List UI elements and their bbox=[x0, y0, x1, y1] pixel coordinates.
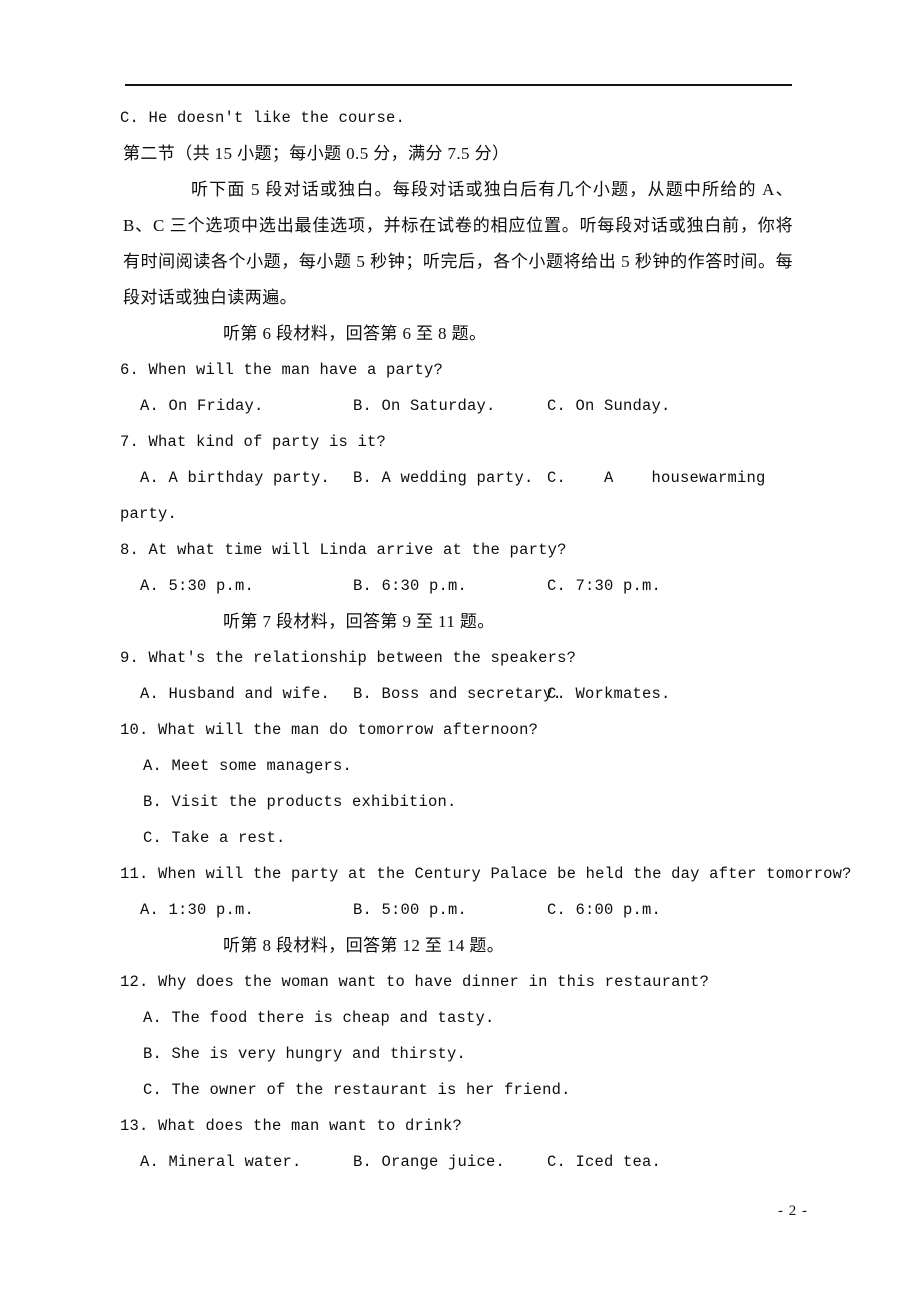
option-row-9: A. Husband and wife. B. Boss and secreta… bbox=[140, 676, 920, 712]
option-12-a[interactable]: A. The food there is cheap and tasty. bbox=[143, 1000, 920, 1036]
option-7-c-continuation[interactable]: party. bbox=[120, 496, 920, 532]
option-row-6: A. On Friday. B. On Saturday. C. On Sund… bbox=[140, 388, 920, 424]
option-row-7: A. A birthday party. B. A wedding party.… bbox=[140, 460, 920, 496]
option-8-c[interactable]: C. 7:30 p.m. bbox=[547, 568, 661, 604]
question-stem-6: 6. When will the man have a party? bbox=[120, 361, 444, 379]
direction-material-8: 听第 8 段材料，回答第 12 至 14 题。 bbox=[223, 936, 505, 955]
option-11-c[interactable]: C. 6:00 p.m. bbox=[547, 892, 661, 928]
question-stem-12: 12. Why does the woman want to have dinn… bbox=[120, 973, 710, 991]
option-12-b[interactable]: B. She is very hungry and thirsty. bbox=[143, 1036, 920, 1072]
option-6-a[interactable]: A. On Friday. bbox=[140, 388, 353, 424]
option-9-b[interactable]: B. Boss and secretary. bbox=[353, 676, 562, 712]
direction-material-6: 听第 6 段材料，回答第 6 至 8 题。 bbox=[223, 324, 487, 343]
direction-material-7: 听第 7 段材料，回答第 9 至 11 题。 bbox=[223, 612, 495, 631]
option-6-b[interactable]: B. On Saturday. bbox=[353, 388, 547, 424]
question-stem-9: 9. What's the relationship between the s… bbox=[120, 649, 577, 667]
option-9-a[interactable]: A. Husband and wife. bbox=[140, 676, 353, 712]
option-9-c[interactable]: C. Workmates. bbox=[547, 676, 671, 712]
option-row-11: A. 1:30 p.m. B. 5:00 p.m. C. 6:00 p.m. bbox=[140, 892, 920, 928]
option-11-a[interactable]: A. 1:30 p.m. bbox=[140, 892, 353, 928]
exam-page: C. He doesn't like the course. 第二节（共 15 … bbox=[0, 0, 920, 1302]
page-body: C. He doesn't like the course. 第二节（共 15 … bbox=[0, 100, 920, 1180]
question-stem-8: 8. At what time will Linda arrive at the… bbox=[120, 541, 567, 559]
page-number: - 2 - bbox=[778, 1203, 808, 1219]
option-8-b[interactable]: B. 6:30 p.m. bbox=[353, 568, 547, 604]
question-stem-10: 10. What will the man do tomorrow aftern… bbox=[120, 721, 539, 739]
option-11-b[interactable]: B. 5:00 p.m. bbox=[353, 892, 547, 928]
option-13-c[interactable]: C. Iced tea. bbox=[547, 1144, 661, 1180]
section-instructions: 听下面 5 段对话或独白。每段对话或独白后有几个小题，从题中所给的 A、B、C … bbox=[123, 180, 793, 307]
section-heading: 第二节（共 15 小题；每小题 0.5 分，满分 7.5 分） bbox=[123, 144, 510, 163]
option-row-8: A. 5:30 p.m. B. 6:30 p.m. C. 7:30 p.m. bbox=[140, 568, 920, 604]
option-7-c[interactable]: C. A housewarming bbox=[547, 460, 766, 496]
option-13-b[interactable]: B. Orange juice. bbox=[353, 1144, 547, 1180]
question-stem-13: 13. What does the man want to drink? bbox=[120, 1117, 463, 1135]
question-stem-11: 11. When will the party at the Century P… bbox=[120, 865, 852, 883]
option-12-c[interactable]: C. The owner of the restaurant is her fr… bbox=[143, 1072, 920, 1108]
option-6-c[interactable]: C. On Sunday. bbox=[547, 388, 671, 424]
option-row-13: A. Mineral water. B. Orange juice. C. Ic… bbox=[140, 1144, 920, 1180]
option-13-a[interactable]: A. Mineral water. bbox=[140, 1144, 353, 1180]
question-stem-7: 7. What kind of party is it? bbox=[120, 433, 387, 451]
header-divider-rule bbox=[125, 84, 792, 86]
option-10-c[interactable]: C. Take a rest. bbox=[143, 820, 920, 856]
option-7-a[interactable]: A. A birthday party. bbox=[140, 460, 353, 496]
option-10-b[interactable]: B. Visit the products exhibition. bbox=[143, 784, 920, 820]
option-8-a[interactable]: A. 5:30 p.m. bbox=[140, 568, 353, 604]
option-7-b[interactable]: B. A wedding party. bbox=[353, 460, 547, 496]
option-10-a[interactable]: A. Meet some managers. bbox=[143, 748, 920, 784]
carryover-option-c: C. He doesn't like the course. bbox=[120, 109, 406, 127]
